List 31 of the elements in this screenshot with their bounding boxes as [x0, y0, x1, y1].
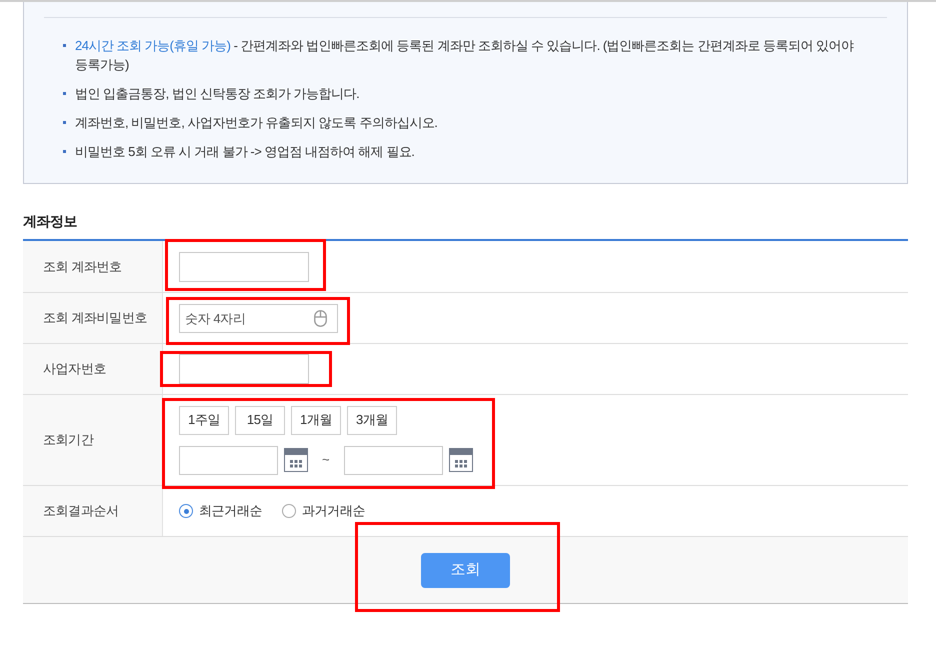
- field-label: 조회결과순서: [43, 502, 119, 520]
- bullet-icon: [63, 44, 66, 47]
- range-separator: ~: [322, 451, 330, 470]
- date-field[interactable]: [179, 446, 278, 474]
- period-button[interactable]: 3개월: [347, 406, 397, 434]
- sort-option[interactable]: 과거거래순: [282, 501, 366, 521]
- period-button[interactable]: 15일: [235, 406, 285, 434]
- radio-icon[interactable]: [179, 504, 193, 518]
- text-field[interactable]: [179, 252, 309, 282]
- period-button[interactable]: 1개월: [291, 406, 341, 434]
- notice-text: 법인 입출금통장, 법인 신탁통장 조회가 가능합니다.: [75, 85, 360, 103]
- field-label: 조회 계좌비밀번호: [43, 309, 148, 328]
- field-label: 조회 계좌번호: [43, 258, 122, 276]
- period-button[interactable]: 1주일: [179, 406, 229, 434]
- password-field[interactable]: 숫자 4자리: [179, 304, 338, 332]
- notice-text: 비밀번호 5회 오류 시 거래 불가 -> 영업점 내점하여 해제 필요.: [75, 143, 414, 161]
- section-title: 계좌정보: [23, 212, 78, 231]
- bullet-icon: [63, 92, 66, 95]
- text-field[interactable]: [179, 354, 309, 384]
- field-label: 사업자번호: [43, 360, 106, 378]
- calendar-icon[interactable]: [284, 448, 308, 472]
- field-label: 조회기간: [43, 431, 94, 450]
- date-field[interactable]: [344, 446, 443, 474]
- bullet-icon: [63, 121, 66, 124]
- calendar-icon[interactable]: [448, 448, 473, 472]
- mouse-icon: [314, 310, 327, 326]
- notice-text: 24시간 조회 가능(휴일 가능) - 간편계좌와 법인빠른조회에 등록된 계좌만 조회하실 수 있습니다. (법인빠른조회는 간편계좌로 등록되어 있어야 등록가능): [75, 37, 855, 74]
- bullet-icon: [63, 150, 66, 153]
- notice-text: 계좌번호, 비밀번호, 사업자번호가 유출되지 않도록 주의하십시오.: [75, 114, 438, 132]
- sort-option[interactable]: 최근거래순: [179, 501, 262, 521]
- radio-icon[interactable]: [282, 504, 296, 518]
